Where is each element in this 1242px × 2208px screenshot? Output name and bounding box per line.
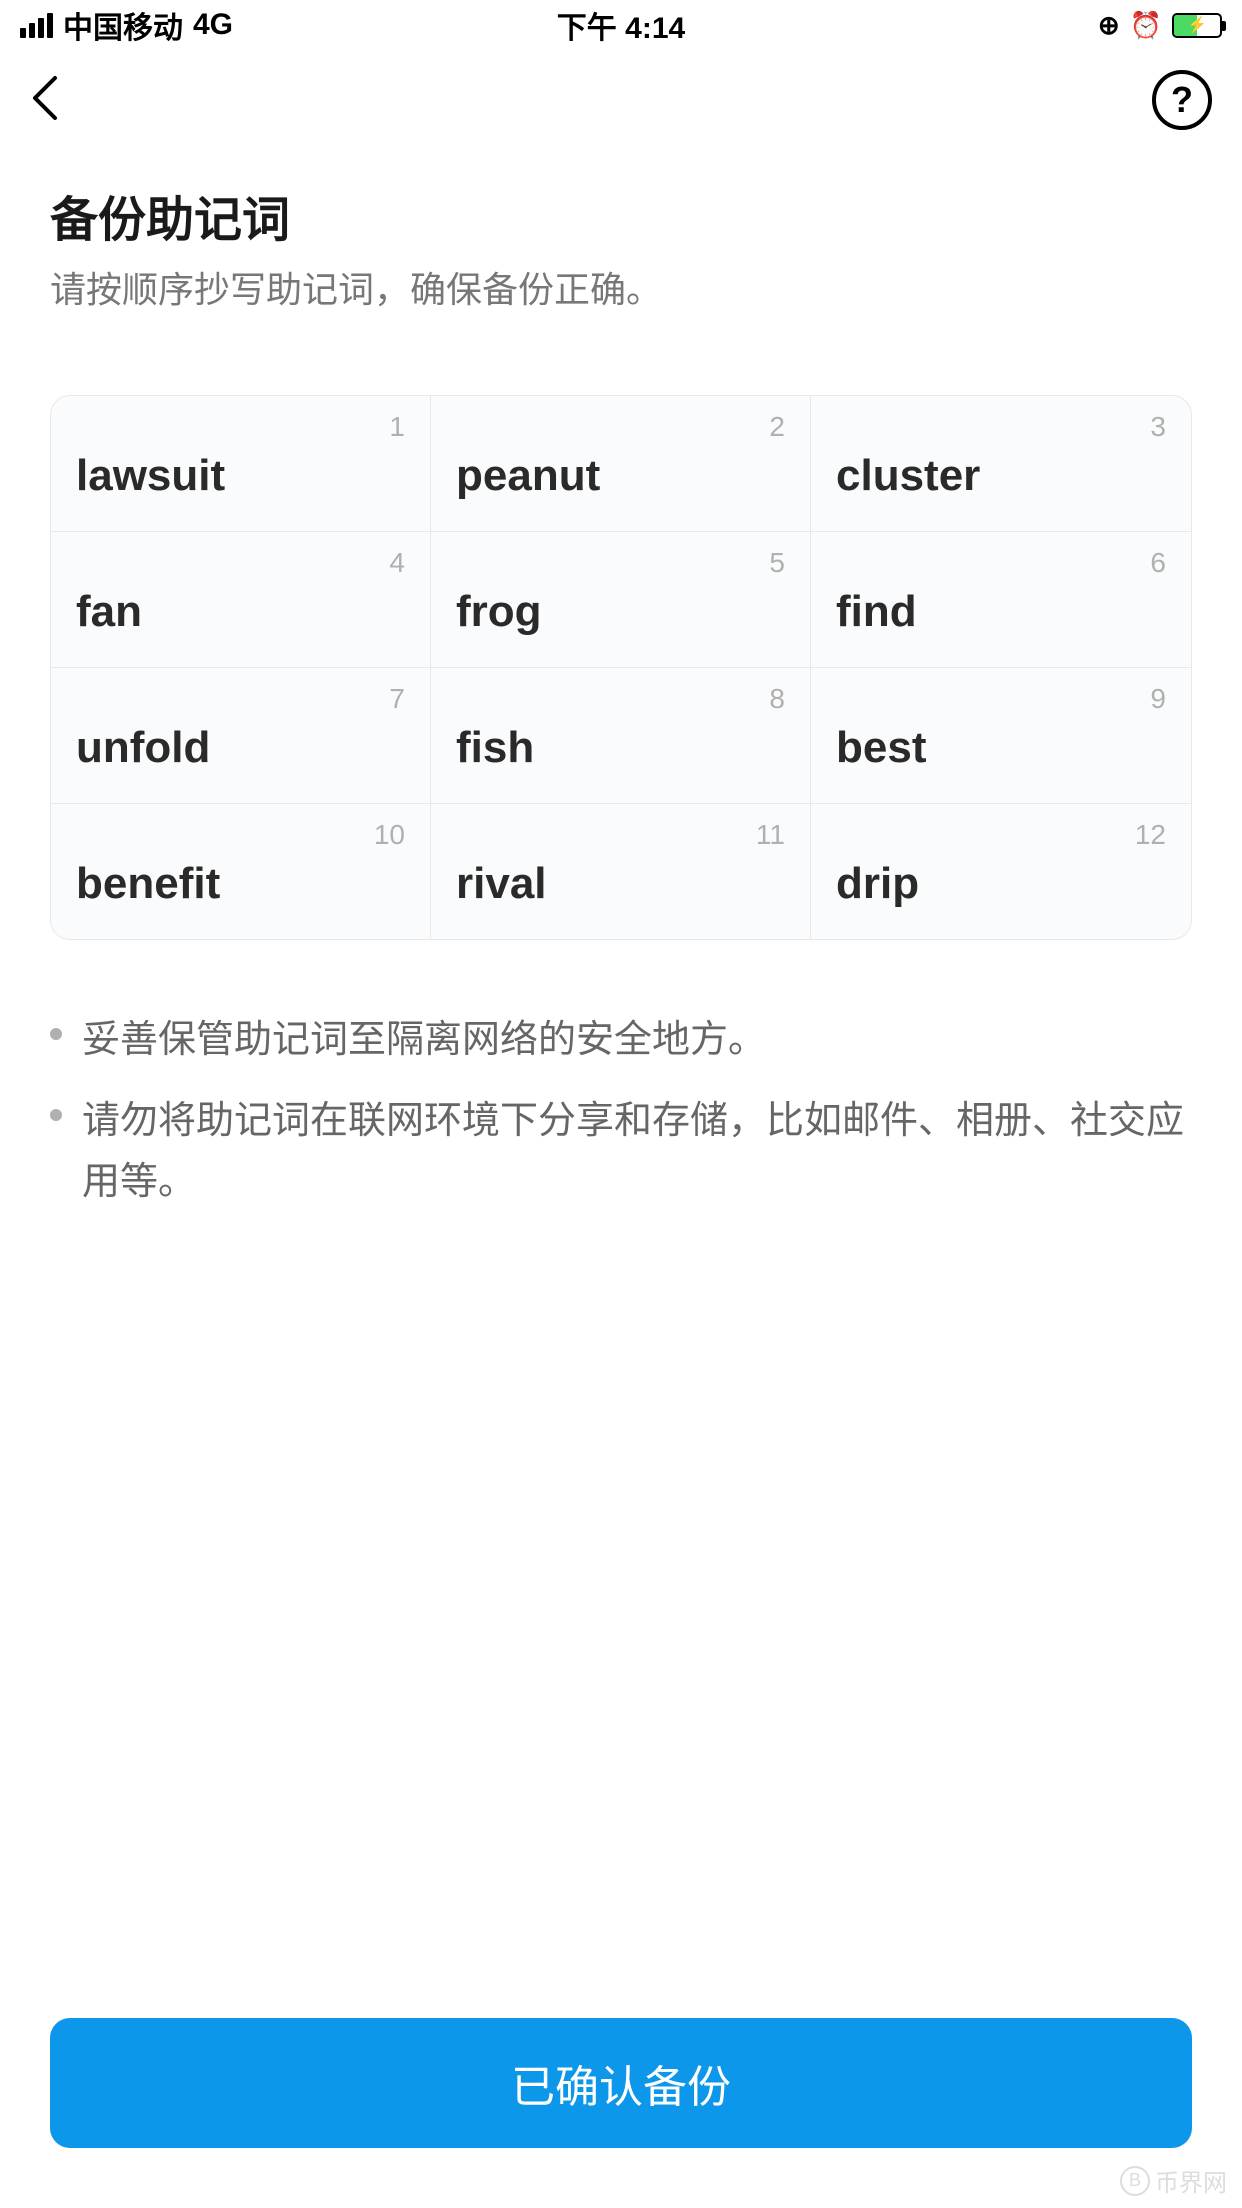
confirm-backup-button[interactable]: 已确认备份: [50, 2018, 1192, 2148]
chevron-left-icon: [30, 73, 60, 123]
mnemonic-cell: 6 find: [811, 532, 1191, 668]
mnemonic-index: 7: [76, 683, 405, 715]
carrier-label: 中国移动: [63, 3, 183, 47]
mnemonic-cell: 2 peanut: [431, 396, 811, 532]
mnemonic-cell: 7 unfold: [51, 668, 431, 804]
mnemonic-cell: 1 lawsuit: [51, 396, 431, 532]
status-time: 下午 4:14: [557, 3, 685, 47]
mnemonic-word: fish: [456, 723, 785, 773]
battery-icon: ⚡: [1172, 13, 1222, 38]
mnemonic-index: 9: [836, 683, 1166, 715]
mnemonic-index: 8: [456, 683, 785, 715]
mnemonic-grid: 1 lawsuit 2 peanut 3 cluster 4 fan 5 fro…: [50, 395, 1192, 940]
tip-text: 妥善保管助记词至隔离网络的安全地方。: [82, 1010, 766, 1071]
mnemonic-cell: 12 drip: [811, 804, 1191, 939]
status-right: ⊕ ⏰ ⚡: [1098, 10, 1222, 41]
network-label: 4G: [193, 8, 233, 42]
orientation-lock-icon: ⊕: [1098, 10, 1120, 41]
mnemonic-word: rival: [456, 859, 785, 909]
watermark: B 币界网: [1120, 2163, 1227, 2198]
page-subtitle: 请按顺序抄写助记词，确保备份正确。: [50, 265, 1192, 315]
help-button[interactable]: ?: [1152, 70, 1212, 130]
bullet-icon: [50, 1028, 62, 1040]
mnemonic-index: 4: [76, 547, 405, 579]
mnemonic-word: cluster: [836, 451, 1166, 501]
page-title: 备份助记词: [50, 180, 1192, 250]
mnemonic-word: frog: [456, 587, 785, 637]
tip-item: 请勿将助记词在联网环境下分享和存储，比如邮件、相册、社交应用等。: [50, 1091, 1192, 1213]
mnemonic-word: peanut: [456, 451, 785, 501]
mnemonic-index: 5: [456, 547, 785, 579]
mnemonic-index: 2: [456, 411, 785, 443]
mnemonic-cell: 10 benefit: [51, 804, 431, 939]
mnemonic-word: unfold: [76, 723, 405, 773]
mnemonic-word: drip: [836, 859, 1166, 909]
page-header: 备份助记词 请按顺序抄写助记词，确保备份正确。: [0, 150, 1242, 355]
alarm-icon: ⏰: [1130, 10, 1162, 41]
signal-icon: [20, 13, 53, 38]
mnemonic-index: 6: [836, 547, 1166, 579]
mnemonic-word: lawsuit: [76, 451, 405, 501]
watermark-icon: B: [1120, 2166, 1150, 2196]
bullet-icon: [50, 1109, 62, 1121]
mnemonic-index: 3: [836, 411, 1166, 443]
mnemonic-index: 1: [76, 411, 405, 443]
mnemonic-cell: 5 frog: [431, 532, 811, 668]
mnemonic-word: find: [836, 587, 1166, 637]
mnemonic-cell: 9 best: [811, 668, 1191, 804]
mnemonic-word: benefit: [76, 859, 405, 909]
tip-text: 请勿将助记词在联网环境下分享和存储，比如邮件、相册、社交应用等。: [82, 1091, 1192, 1213]
watermark-text: 币界网: [1155, 2163, 1227, 2198]
mnemonic-cell: 4 fan: [51, 532, 431, 668]
back-button[interactable]: [30, 73, 60, 128]
mnemonic-word: fan: [76, 587, 405, 637]
mnemonic-index: 11: [456, 819, 785, 851]
mnemonic-cell: 3 cluster: [811, 396, 1191, 532]
mnemonic-index: 10: [76, 819, 405, 851]
mnemonic-cell: 11 rival: [431, 804, 811, 939]
nav-bar: ?: [0, 50, 1242, 150]
status-left: 中国移动 4G: [20, 3, 233, 47]
status-bar: 中国移动 4G 下午 4:14 ⊕ ⏰ ⚡: [0, 0, 1242, 50]
tip-item: 妥善保管助记词至隔离网络的安全地方。: [50, 1010, 1192, 1071]
mnemonic-index: 12: [836, 819, 1166, 851]
mnemonic-word: best: [836, 723, 1166, 773]
mnemonic-cell: 8 fish: [431, 668, 811, 804]
tips-section: 妥善保管助记词至隔离网络的安全地方。 请勿将助记词在联网环境下分享和存储，比如邮…: [0, 980, 1242, 1262]
